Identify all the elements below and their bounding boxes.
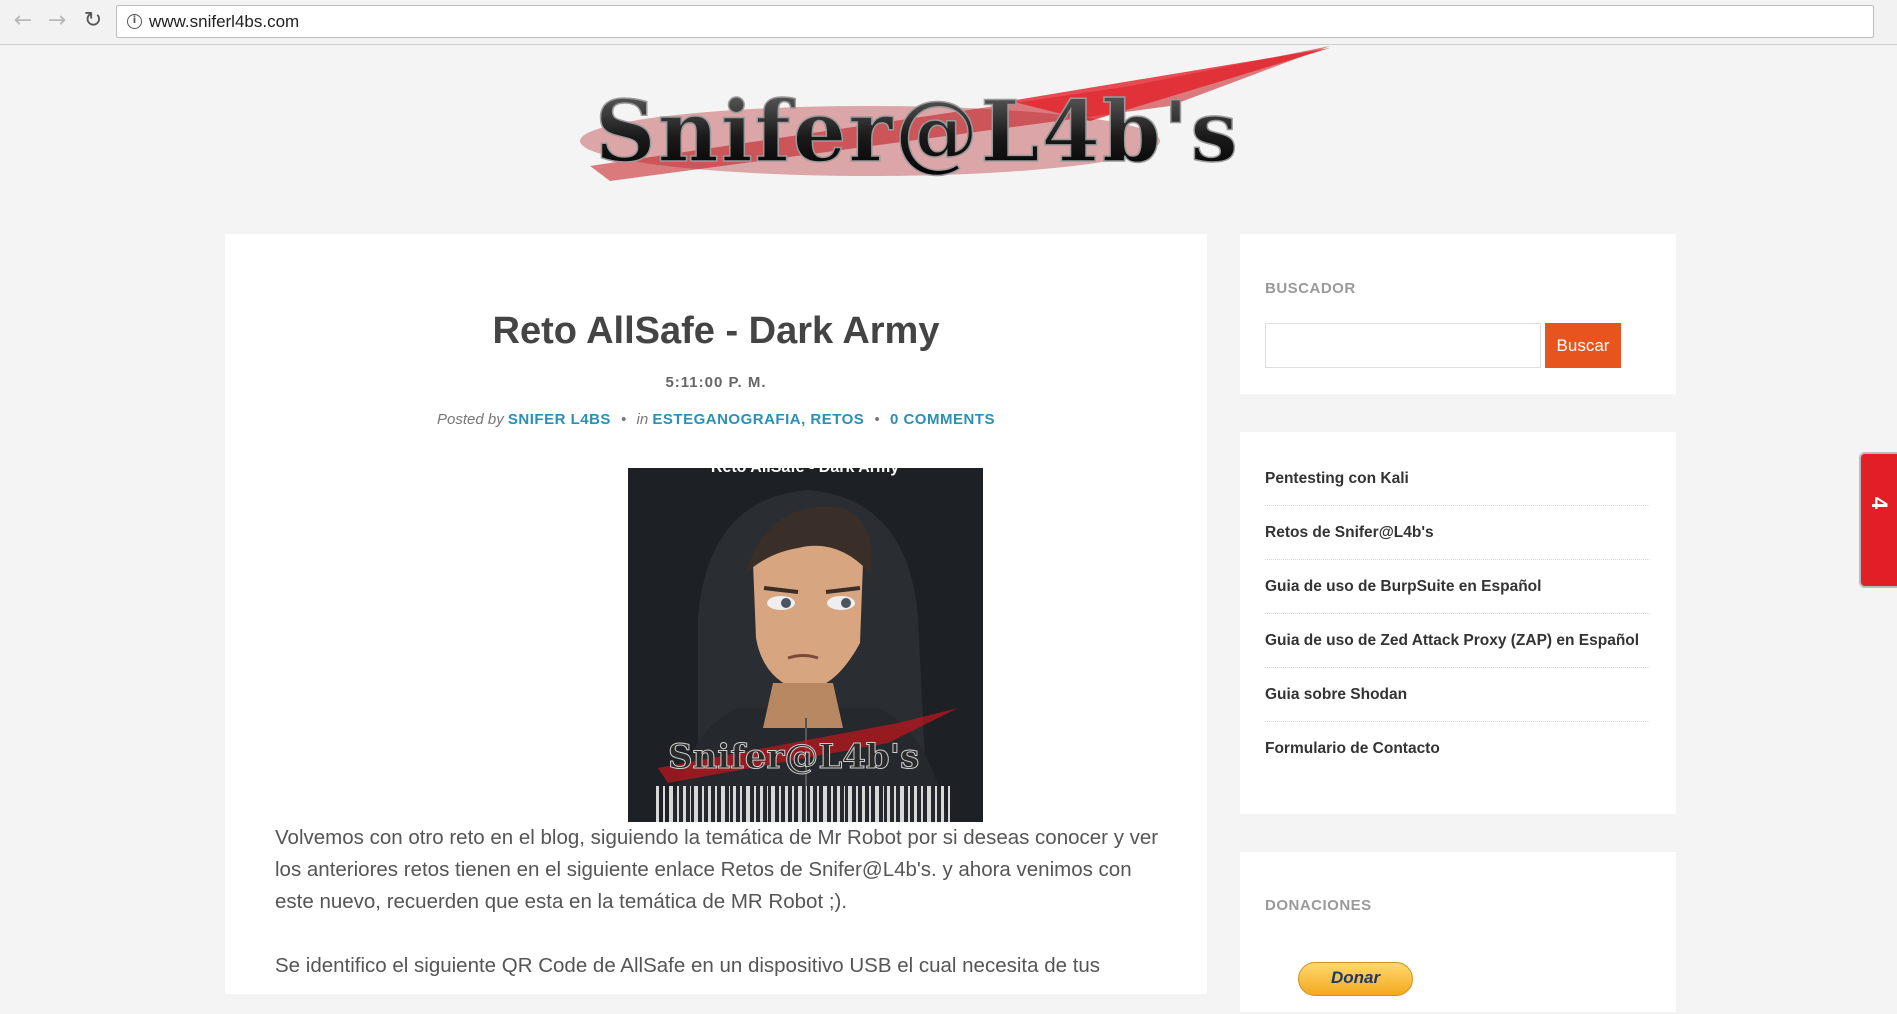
in-label: in	[636, 411, 649, 428]
search-widget-title: BUSCADOR	[1265, 280, 1356, 297]
meta-separator: •	[621, 411, 627, 428]
floating-side-tab[interactable]: 4	[1859, 452, 1897, 588]
donations-widget-title: DONACIONES	[1265, 897, 1372, 914]
image-logo-text: Snifer@L4b's	[668, 737, 919, 777]
logo-text: Snifer@L4b's	[595, 82, 1240, 181]
category-links[interactable]: ESTEGANOGRAFIA, RETOS	[652, 411, 864, 428]
post-card: Reto AllSafe - Dark Army 5:11:00 P. M. P…	[225, 234, 1207, 994]
post-time: 5:11:00 P. M.	[665, 374, 767, 391]
back-button[interactable]: ←	[8, 6, 38, 36]
page-link-pentesting-kali[interactable]: Pentesting con Kali	[1265, 452, 1650, 506]
author-link[interactable]: SNIFER L4BS	[508, 411, 611, 428]
search-button[interactable]: Buscar	[1545, 323, 1621, 368]
post-title[interactable]: Reto AllSafe - Dark Army	[225, 310, 1207, 353]
posted-by-label: Posted by	[437, 411, 504, 428]
post-body: Volvemos con otro reto en el blog, sigui…	[275, 822, 1165, 1014]
reload-icon: ↻	[83, 8, 103, 33]
page-link-contacto[interactable]: Formulario de Contacto	[1265, 722, 1650, 776]
post-image[interactable]: Reto AllSafe - Dark Army Snifer@L4b's	[628, 468, 983, 822]
donate-button[interactable]: Donar	[1298, 962, 1413, 996]
pages-widget: Pentesting con Kali Retos de Snifer@L4b'…	[1240, 432, 1676, 814]
comments-link[interactable]: 0 COMMENTS	[890, 411, 995, 428]
address-bar[interactable]: i www.sniferl4bs.com	[116, 5, 1874, 38]
post-illustration: Reto AllSafe - Dark Army Snifer@L4b's	[628, 468, 983, 822]
post-meta: Posted by SNIFER L4BS • in ESTEGANOGRAFI…	[225, 411, 1207, 428]
search-input[interactable]	[1265, 323, 1541, 368]
logo-graphic: Snifer@L4b's	[580, 46, 1330, 182]
page-link-retos[interactable]: Retos de Snifer@L4b's	[1265, 506, 1650, 560]
url-text[interactable]: www.sniferl4bs.com	[149, 12, 299, 32]
pages-list: Pentesting con Kali Retos de Snifer@L4b'…	[1265, 452, 1650, 776]
image-caption-top: Reto AllSafe - Dark Army	[711, 468, 899, 476]
site-logo[interactable]: Snifer@L4b's	[570, 46, 1330, 186]
page-link-zap[interactable]: Guia de uso de Zed Attack Proxy (ZAP) en…	[1265, 614, 1650, 668]
arrow-left-icon: ←	[13, 8, 33, 33]
info-icon[interactable]: i	[127, 14, 142, 29]
meta-separator: •	[874, 411, 880, 428]
forward-button[interactable]: →	[42, 6, 72, 36]
post-paragraph: Se identifico el siguiente QR Code de Al…	[275, 954, 1101, 977]
donations-widget: DONACIONES Donar	[1240, 852, 1676, 1012]
page-link-burpsuite[interactable]: Guia de uso de BurpSuite en Español	[1265, 560, 1650, 614]
reload-button[interactable]: ↻	[78, 6, 108, 36]
page-link-shodan[interactable]: Guia sobre Shodan	[1265, 668, 1650, 722]
post-paragraph: Volvemos con otro reto en el blog, sigui…	[275, 826, 1159, 913]
browser-toolbar: ← → ↻ i www.sniferl4bs.com	[0, 0, 1897, 45]
side-tab-glyph: 4	[1867, 496, 1893, 510]
search-widget: BUSCADOR Buscar	[1240, 234, 1676, 394]
arrow-right-icon: →	[47, 8, 67, 33]
